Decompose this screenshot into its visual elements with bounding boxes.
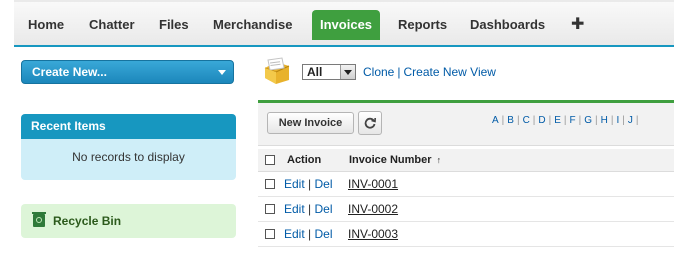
row-actions: Edit | Del	[284, 202, 333, 216]
invoice-number-link[interactable]: INV-0002	[348, 202, 398, 216]
tab-merchandise[interactable]: Merchandise	[213, 12, 292, 38]
invoice-folder-icon	[264, 57, 290, 84]
create-new-view-link[interactable]: Create New View	[403, 65, 495, 79]
recent-items-title: Recent Items	[21, 114, 236, 139]
view-links: Clone | Create New View	[363, 65, 496, 79]
delete-link[interactable]: Del	[315, 202, 333, 216]
table-row: Edit | Del INV-0001	[258, 172, 674, 197]
table-row: Edit | Del INV-0002	[258, 197, 674, 222]
invoice-list-panel: New Invoice A | B | C | D | E | F | G | H | I | J | Action …	[258, 100, 674, 272]
refresh-button[interactable]	[358, 111, 382, 135]
row-checkbox[interactable]	[265, 204, 275, 214]
delete-link[interactable]: Del	[315, 177, 333, 191]
alpha-d[interactable]: D	[538, 115, 545, 126]
tab-bar: Home Chatter Files Merchandise Invoices …	[14, 0, 674, 47]
add-tab-icon[interactable]: ✚	[571, 12, 584, 38]
recycle-bin-icon	[32, 212, 46, 228]
row-actions: Edit | Del	[284, 227, 333, 241]
column-invoice-number-label: Invoice Number	[349, 154, 432, 166]
column-invoice-number[interactable]: Invoice Number ↑	[349, 154, 441, 166]
sort-ascending-icon: ↑	[436, 155, 442, 165]
column-action: Action	[287, 154, 322, 166]
view-select-value: All	[307, 65, 323, 79]
row-checkbox[interactable]	[265, 229, 275, 239]
alpha-g[interactable]: G	[584, 115, 592, 126]
edit-link[interactable]: Edit	[284, 227, 305, 241]
alphabet-filter: A | B | C | D | E | F | G | H | I | J |	[492, 115, 639, 126]
edit-link[interactable]: Edit	[284, 202, 305, 216]
recycle-bin-link[interactable]: Recycle Bin	[21, 204, 236, 238]
tab-files[interactable]: Files	[159, 12, 189, 38]
tab-dashboards[interactable]: Dashboards	[470, 12, 545, 38]
tab-reports[interactable]: Reports	[398, 12, 447, 38]
alpha-b[interactable]: B	[507, 115, 514, 126]
alpha-j[interactable]: J	[628, 115, 633, 126]
table-row: Edit | Del INV-0003	[258, 222, 674, 247]
recycle-bin-label: Recycle Bin	[53, 214, 122, 228]
alpha-h[interactable]: H	[601, 115, 608, 126]
edit-link[interactable]: Edit	[284, 177, 305, 191]
list-column-header: Action Invoice Number ↑	[258, 149, 674, 172]
alpha-e[interactable]: E	[554, 115, 561, 126]
select-arrow-icon	[340, 65, 355, 79]
link-separator: |	[397, 65, 401, 79]
row-checkbox[interactable]	[265, 179, 275, 189]
alpha-f[interactable]: F	[570, 115, 576, 126]
alpha-a[interactable]: A	[492, 115, 499, 126]
view-select[interactable]: All	[302, 64, 356, 80]
clone-link[interactable]: Clone	[363, 65, 394, 79]
delete-link[interactable]: Del	[315, 227, 333, 241]
tab-home[interactable]: Home	[28, 12, 64, 38]
recent-items-empty: No records to display	[21, 139, 236, 180]
alpha-c[interactable]: C	[523, 115, 530, 126]
new-invoice-button[interactable]: New Invoice	[267, 112, 354, 134]
list-toolbar: New Invoice A | B | C | D | E | F | G | H | I | J |	[258, 103, 674, 146]
tab-chatter[interactable]: Chatter	[89, 12, 135, 38]
refresh-icon	[364, 117, 376, 129]
create-new-dropdown[interactable]: Create New...	[21, 60, 234, 84]
action-separator: |	[308, 177, 312, 191]
chevron-down-icon	[218, 70, 226, 75]
action-separator: |	[308, 227, 312, 241]
tab-invoices[interactable]: Invoices	[312, 10, 381, 40]
action-separator: |	[308, 202, 312, 216]
row-actions: Edit | Del	[284, 177, 333, 191]
select-all-checkbox[interactable]	[265, 155, 275, 165]
invoice-number-link[interactable]: INV-0003	[348, 227, 398, 241]
alpha-i[interactable]: I	[616, 115, 619, 126]
create-new-label: Create New...	[32, 65, 107, 79]
invoice-number-link[interactable]: INV-0001	[348, 177, 398, 191]
